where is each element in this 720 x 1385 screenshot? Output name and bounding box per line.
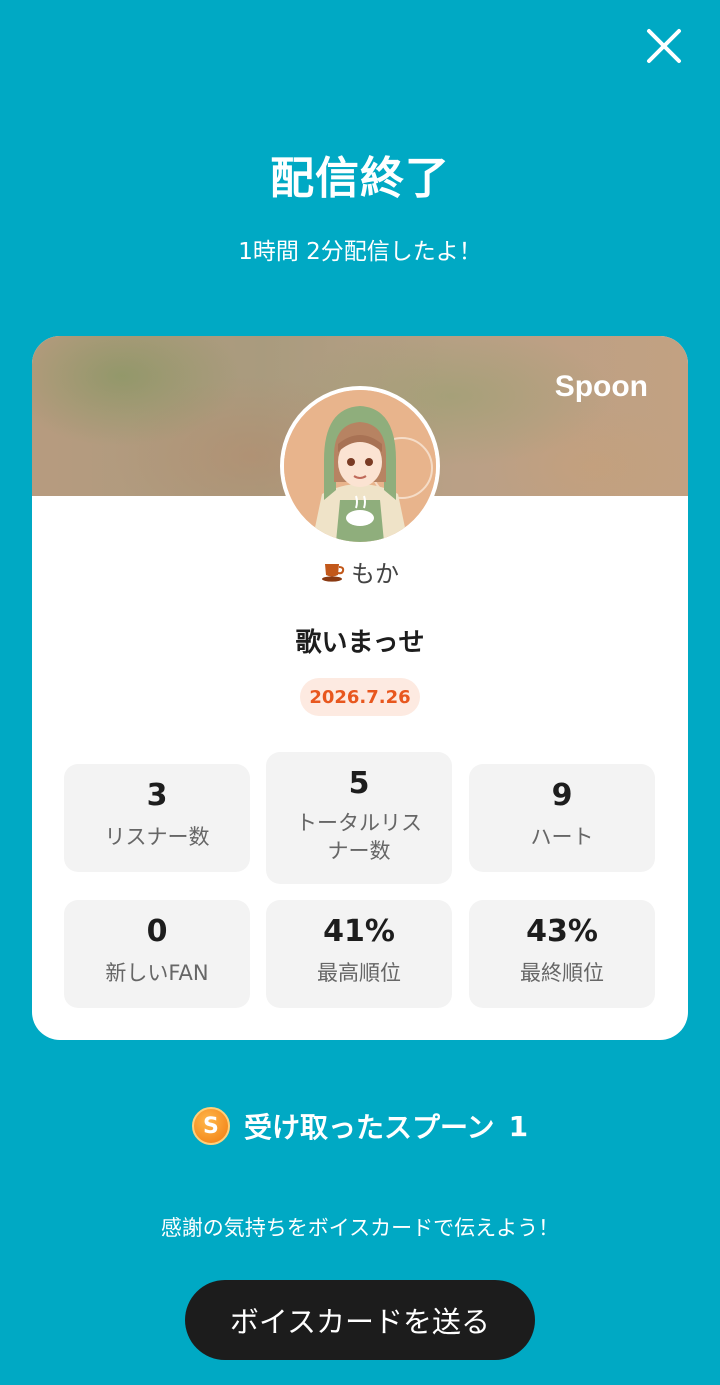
broadcast-duration: 1時間 2分配信したよ！: [238, 239, 482, 265]
stat-label: トータルリスナー数: [296, 811, 422, 863]
spoons-count: 1: [508, 1109, 529, 1143]
spoon-coin-icon: S: [191, 1107, 230, 1145]
brand-logo: Spoon: [554, 370, 648, 403]
stat-value: 3: [146, 778, 168, 813]
stat-value: 41%: [323, 914, 395, 949]
received-spoons: S 受け取ったスプーン 1: [0, 1106, 720, 1146]
nickname: もか: [351, 560, 399, 588]
stat-label: 新しいFAN: [105, 961, 209, 985]
voice-card-prompt: 感謝の気持ちをボイスカードで伝えよう！: [160, 1216, 560, 1240]
date-badge: 2026.7.26: [300, 678, 420, 716]
broadcast-summary-card: Spoon もか 歌いまっせ 2026.7.26 3 リスナー数 5 トータルリ…: [32, 336, 688, 1040]
close-icon: [647, 29, 681, 63]
stat-total-listeners: 5 トータルリスナー数: [266, 752, 452, 884]
stat-label: ハート: [530, 825, 594, 849]
stat-listeners: 3 リスナー数: [64, 764, 250, 872]
stat-label: リスナー数: [104, 825, 210, 849]
stat-new-fans: 0 新しいFAN: [64, 900, 250, 1008]
stat-hearts: 9 ハート: [469, 764, 655, 872]
close-button[interactable]: [640, 22, 688, 70]
stat-value: 43%: [526, 914, 598, 949]
nickname-row: もか: [32, 554, 688, 589]
stat-value: 5: [348, 766, 370, 801]
page-title: 配信終了: [270, 153, 450, 204]
stat-label: 最終順位: [520, 961, 604, 985]
coffee-cup-icon: [322, 563, 345, 582]
stat-best-rank: 41% 最高順位: [266, 900, 452, 1008]
send-voice-card-button[interactable]: ボイスカードを送る: [185, 1280, 535, 1360]
stat-value: 0: [146, 914, 168, 949]
avatar: [280, 386, 440, 546]
show-title: 歌いまっせ: [295, 628, 425, 658]
spoons-label: 受け取ったスプーン: [243, 1111, 495, 1144]
coin-letter: S: [203, 1113, 219, 1139]
stat-value: 9: [551, 778, 573, 813]
stat-final-rank: 43% 最終順位: [469, 900, 655, 1008]
stat-label: 最高順位: [317, 961, 401, 985]
avatar-illustration-icon: [284, 390, 436, 542]
